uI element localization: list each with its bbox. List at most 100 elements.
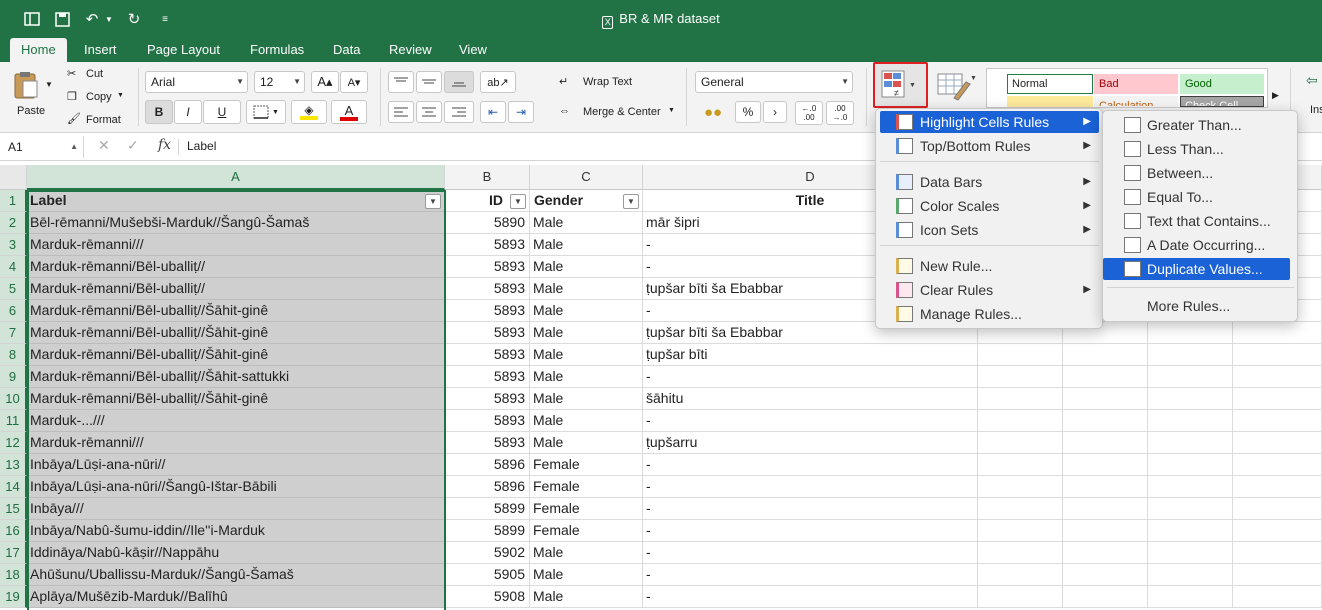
cell-empty[interactable] <box>978 476 1063 498</box>
cell-empty[interactable] <box>1233 476 1322 498</box>
menu-item-data-bars[interactable]: Data Bars ▶ <box>880 171 1099 193</box>
cell-empty[interactable] <box>1233 366 1322 388</box>
cell-empty[interactable] <box>1233 498 1322 520</box>
cell-label[interactable]: Ahūšunu/Uballissu-Marduk//Šangû-Šamaš <box>27 564 445 586</box>
align-top-button[interactable] <box>388 71 414 93</box>
align-right-button[interactable] <box>444 101 474 123</box>
tab-review[interactable]: Review <box>378 38 443 62</box>
cell-label[interactable]: Marduk-.../// <box>27 410 445 432</box>
style-check-cell[interactable]: Check Cell <box>1180 96 1264 107</box>
cell-id[interactable]: 5902 <box>445 542 530 564</box>
cell-title[interactable]: - <box>643 586 978 608</box>
cell-empty[interactable] <box>1148 366 1233 388</box>
cell-empty[interactable] <box>978 454 1063 476</box>
wrap-text-icon[interactable]: ↵ <box>559 75 579 88</box>
row-header[interactable]: 12 <box>0 432 27 454</box>
cell-label[interactable]: Marduk-rēmanni/Bēl-uballiṭ//Šāhit-ginê <box>27 322 445 344</box>
cell-empty[interactable] <box>1063 520 1148 542</box>
cell-id[interactable]: 5896 <box>445 476 530 498</box>
merge-center-button[interactable]: Merge & Center <box>583 106 661 118</box>
filter-dropdown-icon[interactable]: ▼ <box>425 194 441 209</box>
cell-empty[interactable] <box>1063 476 1148 498</box>
menu-item-new-rule[interactable]: New Rule... <box>880 255 1099 277</box>
submenu-item-less-than[interactable]: Less Than... <box>1103 138 1290 160</box>
cell-gender[interactable]: Male <box>530 388 643 410</box>
header-cell-gender[interactable]: Gender ▼ <box>530 190 643 212</box>
insert-function-icon[interactable]: fx <box>158 137 171 153</box>
paste-dropdown-icon[interactable]: ▼ <box>45 80 53 89</box>
wrap-text-button[interactable]: Wrap Text <box>583 76 632 88</box>
cell-label[interactable]: Inbāya/// <box>27 498 445 520</box>
cell-empty[interactable] <box>1063 366 1148 388</box>
cell-empty[interactable] <box>1233 520 1322 542</box>
cell-empty[interactable] <box>978 542 1063 564</box>
menu-item-top-bottom[interactable]: Top/Bottom Rules ▶ <box>880 135 1099 157</box>
cell-gender[interactable]: Male <box>530 432 643 454</box>
cell-empty[interactable] <box>978 498 1063 520</box>
orientation-button[interactable]: ab↗ <box>480 71 516 93</box>
cell-empty[interactable] <box>1148 564 1233 586</box>
cell-empty[interactable] <box>1148 410 1233 432</box>
column-header-c[interactable]: C <box>530 165 643 190</box>
cell-empty[interactable] <box>978 520 1063 542</box>
format-painter-button[interactable]: Format <box>86 114 121 126</box>
cell-empty[interactable] <box>1148 476 1233 498</box>
cell-gender[interactable]: Male <box>530 300 643 322</box>
cut-icon[interactable]: ✂ <box>67 67 76 80</box>
cell-title[interactable]: ṭupšar bīti <box>643 344 978 366</box>
cell-empty[interactable] <box>1063 586 1148 608</box>
font-color-button[interactable]: A <box>331 100 367 124</box>
enter-icon[interactable]: ✓ <box>127 137 139 154</box>
decrease-indent-button[interactable]: ⇤ <box>480 101 506 123</box>
row-header[interactable]: 14 <box>0 476 27 498</box>
row-header[interactable]: 4 <box>0 256 27 278</box>
cell-empty[interactable] <box>1063 388 1148 410</box>
cell-title[interactable]: - <box>643 476 978 498</box>
format-painter-icon[interactable]: 🖌 <box>67 112 81 125</box>
tab-home[interactable]: Home <box>10 38 67 62</box>
cell-gender[interactable]: Male <box>530 322 643 344</box>
row-header[interactable]: 2 <box>0 212 27 234</box>
cell-title[interactable]: - <box>643 454 978 476</box>
percent-button[interactable]: % <box>735 101 761 123</box>
row-header[interactable]: 7 <box>0 322 27 344</box>
cell-id[interactable]: 5899 <box>445 520 530 542</box>
column-header-a[interactable]: A <box>27 165 445 190</box>
row-header[interactable]: 5 <box>0 278 27 300</box>
comma-style-button[interactable]: › <box>763 101 787 123</box>
style-normal[interactable]: Normal <box>1007 74 1093 94</box>
cell-id[interactable]: 5905 <box>445 564 530 586</box>
cell-id[interactable]: 5896 <box>445 454 530 476</box>
font-size-select[interactable]: 12 ▼ <box>254 71 305 93</box>
underline-button[interactable]: U <box>203 100 241 124</box>
merge-dropdown-icon[interactable]: ▼ <box>668 107 675 114</box>
cell-gender[interactable]: Female <box>530 476 643 498</box>
number-format-select[interactable]: General ▼ <box>695 71 853 93</box>
row-header[interactable]: 19 <box>0 586 27 608</box>
cell-title[interactable]: - <box>643 410 978 432</box>
copy-icon[interactable]: ❐ <box>67 90 77 103</box>
cell-empty[interactable] <box>1148 388 1233 410</box>
cell-title[interactable]: ṭupšarru <box>643 432 978 454</box>
cell-gender[interactable]: Male <box>530 542 643 564</box>
cell-empty[interactable] <box>1233 344 1322 366</box>
row-header[interactable]: 17 <box>0 542 27 564</box>
name-box-dropdown-icon[interactable]: ▲ <box>70 136 78 158</box>
italic-button[interactable]: I <box>174 100 202 124</box>
cell-empty[interactable] <box>978 388 1063 410</box>
cell-empty[interactable] <box>978 410 1063 432</box>
cell-gender[interactable]: Male <box>530 278 643 300</box>
row-header[interactable]: 13 <box>0 454 27 476</box>
borders-button[interactable]: ▼ <box>246 100 286 124</box>
cell-id[interactable]: 5890 <box>445 212 530 234</box>
cell-id[interactable]: 5908 <box>445 586 530 608</box>
cell-empty[interactable] <box>978 344 1063 366</box>
cell-id[interactable]: 5893 <box>445 300 530 322</box>
cell-title[interactable]: - <box>643 520 978 542</box>
increase-decimal-button[interactable]: ←.0 .00 <box>795 101 823 125</box>
cell-label[interactable]: Iddināya/Nabû-kāṣir//Nappāhu <box>27 542 445 564</box>
cell-empty[interactable] <box>1233 564 1322 586</box>
tab-data[interactable]: Data <box>322 38 371 62</box>
more-rules-item[interactable]: More Rules... <box>1103 295 1290 317</box>
fill-color-button[interactable]: ◈ <box>291 100 327 124</box>
